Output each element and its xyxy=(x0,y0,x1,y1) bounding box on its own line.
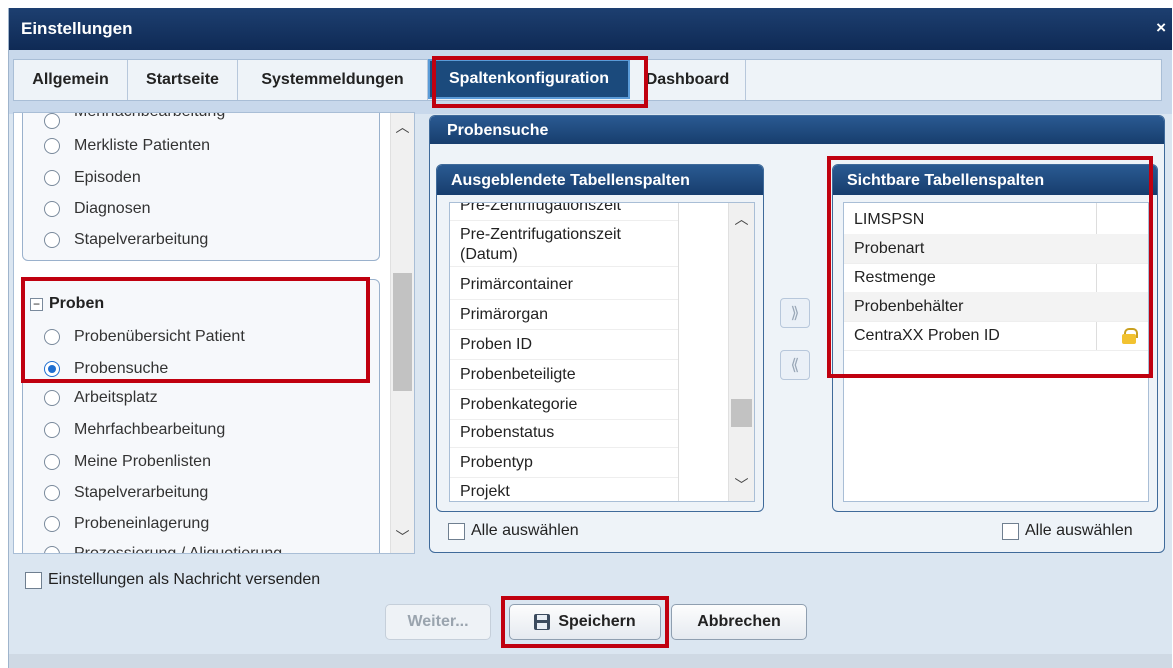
nav-item-arbeitsplatz[interactable]: Arbeitsplatz xyxy=(44,389,158,407)
radio-icon[interactable] xyxy=(44,454,60,470)
checkbox-icon[interactable] xyxy=(448,522,465,540)
nav-item-diagnosen[interactable]: Diagnosen xyxy=(44,200,151,218)
list-item[interactable]: Probenbehälter xyxy=(844,292,1148,322)
cancel-button[interactable]: Abbrechen xyxy=(671,604,807,640)
radio-icon[interactable] xyxy=(44,113,60,129)
scroll-up-icon[interactable]: ︿ xyxy=(391,117,414,137)
checkbox-icon[interactable] xyxy=(1002,522,1019,540)
radio-icon[interactable] xyxy=(44,516,60,532)
scroll-up-icon[interactable]: ︿ xyxy=(729,209,754,229)
scroll-down-icon[interactable]: ﹀ xyxy=(391,527,414,547)
nav-item-mehrfachbearbeitung[interactable]: Mehrfachbearbeitung xyxy=(44,113,225,129)
settings-dialog: Einstellungen × Allgemein Startseite Sys… xyxy=(8,8,1172,668)
radio-icon[interactable] xyxy=(44,201,60,217)
scroll-down-icon[interactable]: ﹀ xyxy=(729,475,754,495)
visible-columns-box: Sichtbare Tabellenspalten LIMSPSN Proben… xyxy=(832,164,1158,512)
status-strip xyxy=(9,654,1172,668)
tab-allgemein[interactable]: Allgemein xyxy=(14,60,128,100)
send-as-message-checkbox[interactable]: Einstellungen als Nachricht versenden xyxy=(25,571,320,589)
radio-icon[interactable] xyxy=(44,546,60,553)
tab-bar: Allgemein Startseite Systemmeldungen Spa… xyxy=(9,50,1172,114)
list-item[interactable]: LIMSPSN xyxy=(844,205,1148,235)
nav-item-stapelverarbeitung-proben[interactable]: Stapelverarbeitung xyxy=(44,484,208,502)
dialog-title: Einstellungen xyxy=(21,19,133,38)
hidden-list-scrollbar[interactable]: ︿ ﹀ xyxy=(728,203,754,501)
list-item[interactable]: Probenstatus xyxy=(450,418,678,448)
move-right-button[interactable]: ⟫ xyxy=(780,298,810,328)
radio-icon[interactable] xyxy=(44,485,60,501)
list-item[interactable]: Pre-Zentrifugationszeit xyxy=(450,203,678,221)
list-item[interactable]: Projekt xyxy=(450,477,678,501)
settings-nav-panel: Mehrfachbearbeitung Merkliste Patienten … xyxy=(13,112,415,554)
nav-item-stapelverarbeitung[interactable]: Stapelverarbeitung xyxy=(44,231,208,249)
list-item[interactable]: Pre-Zentrifugationszeit (Datum) xyxy=(450,221,678,267)
list-item-locked[interactable]: CentraXX Proben ID xyxy=(844,321,1148,351)
hidden-columns-list[interactable]: Pre-Zentrifugationszeit Pre-Zentrifugati… xyxy=(449,202,755,502)
nav-scrollbar[interactable]: ︿ ﹀ xyxy=(390,113,414,553)
nav-item-prozessierung[interactable]: Prozessierung / Aliquotierung xyxy=(44,545,282,553)
radio-icon[interactable] xyxy=(44,138,60,154)
scroll-thumb[interactable] xyxy=(731,399,752,427)
nav-item-episoden[interactable]: Episoden xyxy=(44,169,141,187)
checkbox-icon[interactable] xyxy=(25,571,42,589)
tab-systemmeldungen[interactable]: Systemmeldungen xyxy=(238,60,428,100)
list-item[interactable]: Probentyp xyxy=(450,448,678,478)
list-item[interactable]: Restmenge xyxy=(844,263,1148,293)
panel-title: Probensuche xyxy=(430,116,1164,144)
radio-icon[interactable] xyxy=(44,232,60,248)
visible-columns-title: Sichtbare Tabellenspalten xyxy=(833,165,1157,195)
move-left-button[interactable]: ⟪ xyxy=(780,350,810,380)
group-proben-header[interactable]: − Proben xyxy=(30,295,104,313)
close-icon[interactable]: × xyxy=(1156,18,1166,38)
list-item[interactable]: Probenart xyxy=(844,234,1148,264)
dialog-titlebar[interactable]: Einstellungen × xyxy=(9,8,1172,50)
hidden-columns-title: Ausgeblendete Tabellenspalten xyxy=(437,165,763,195)
next-button[interactable]: Weiter... xyxy=(385,604,491,640)
radio-icon[interactable] xyxy=(44,390,60,406)
list-item[interactable]: Probenbeteiligte xyxy=(450,360,678,390)
nav-item-merkliste[interactable]: Merkliste Patienten xyxy=(44,137,210,155)
lock-icon xyxy=(1122,327,1138,344)
visible-select-all[interactable]: Alle auswählen xyxy=(1002,522,1133,540)
list-item[interactable]: Probenkategorie xyxy=(450,390,678,420)
radio-icon[interactable] xyxy=(44,170,60,186)
list-item[interactable]: Primärorgan xyxy=(450,300,678,330)
tab-startseite[interactable]: Startseite xyxy=(128,60,238,100)
collapse-icon[interactable]: − xyxy=(30,297,43,311)
group-proben-title: Proben xyxy=(49,295,105,312)
tab-dashboard[interactable]: Dashboard xyxy=(630,60,746,100)
group-proben xyxy=(22,279,380,553)
radio-icon[interactable] xyxy=(44,329,60,345)
hidden-select-all[interactable]: Alle auswählen xyxy=(448,522,579,540)
nav-item-mehrfachbearbeitung-proben[interactable]: Mehrfachbearbeitung xyxy=(44,421,225,439)
nav-item-probenlisten[interactable]: Meine Probenlisten xyxy=(44,453,211,471)
radio-selected-icon[interactable] xyxy=(44,361,60,377)
radio-icon[interactable] xyxy=(44,422,60,438)
list-item[interactable]: Primärcontainer xyxy=(450,270,678,300)
save-button[interactable]: Speichern xyxy=(509,604,661,640)
nav-item-probeneinlagerung[interactable]: Probeneinlagerung xyxy=(44,515,209,533)
visible-columns-list[interactable]: LIMSPSN Probenart Restmenge Probenbehält… xyxy=(843,202,1149,502)
nav-item-probenuebersicht[interactable]: Probenübersicht Patient xyxy=(44,328,245,346)
tab-spaltenkonfiguration[interactable]: Spaltenkonfiguration xyxy=(428,59,630,99)
column-config-panel: Probensuche Ausgeblendete Tabellenspalte… xyxy=(429,115,1165,553)
list-item[interactable]: Proben ID xyxy=(450,330,678,360)
floppy-disk-icon xyxy=(534,614,551,630)
nav-item-probensuche[interactable]: Probensuche xyxy=(44,360,168,378)
hidden-columns-box: Ausgeblendete Tabellenspalten Pre-Zentri… xyxy=(436,164,764,512)
scroll-thumb[interactable] xyxy=(393,273,412,391)
